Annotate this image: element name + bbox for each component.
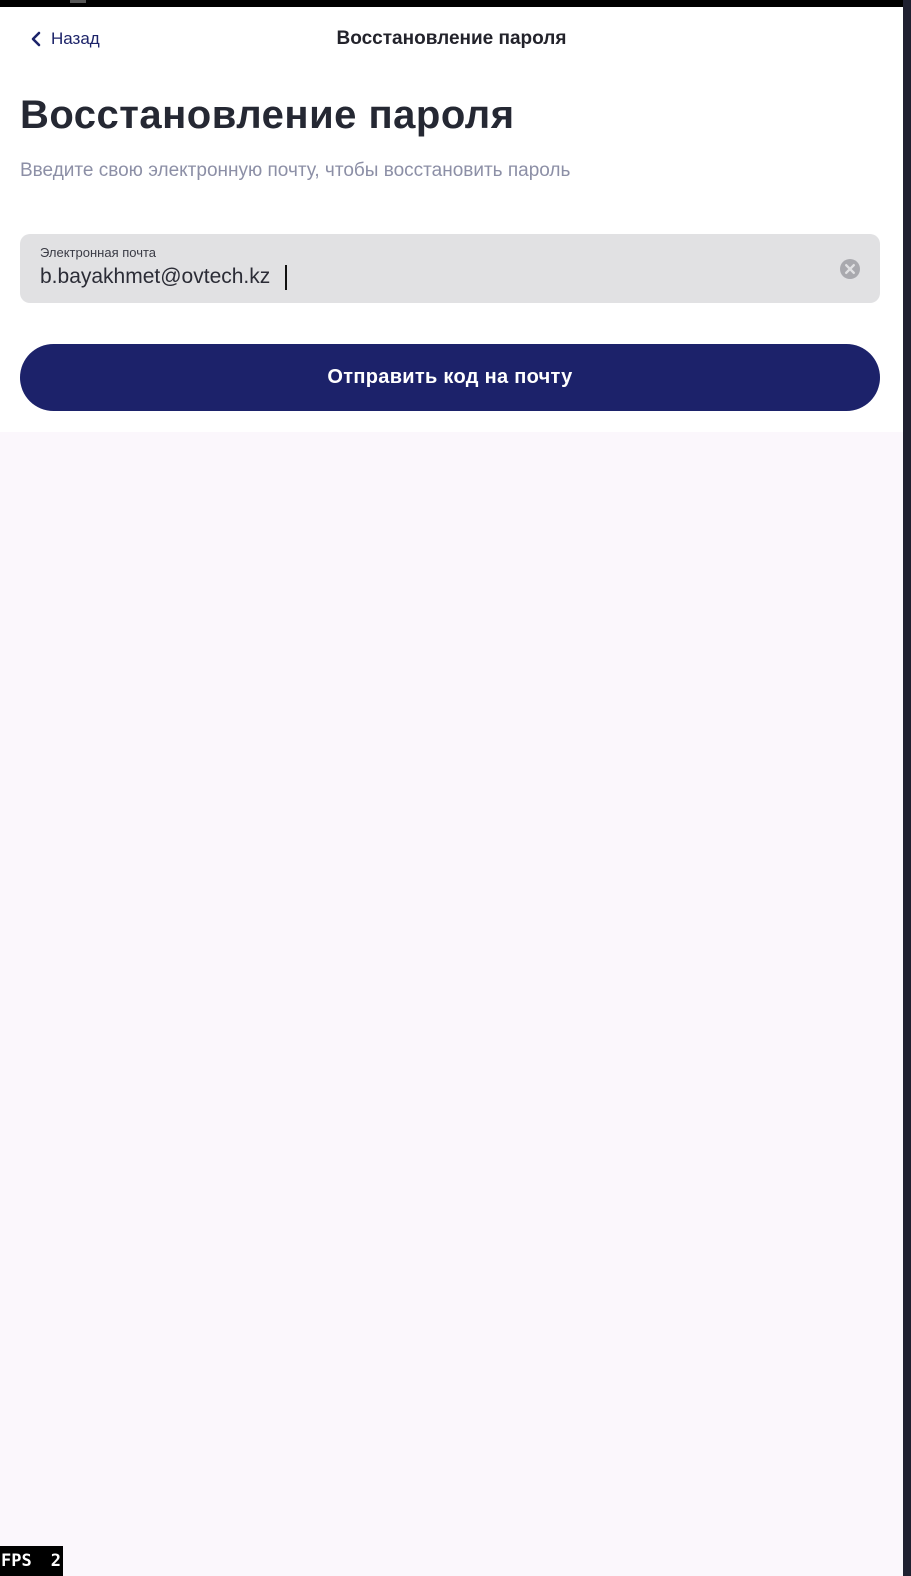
window-edge [903, 0, 911, 1576]
nav-title: Восстановление пароля [336, 28, 567, 49]
close-circle-icon[interactable] [839, 258, 861, 280]
navigation-bar: Назад Восстановление пароля [0, 23, 903, 55]
email-field-label: Электронная почта [40, 245, 157, 260]
page-subtitle: Введите свою электронную почту, чтобы во… [20, 160, 571, 181]
status-bar [0, 0, 911, 7]
fps-counter: FPS 2 [0, 1546, 63, 1576]
status-bar-mark [70, 0, 86, 3]
password-recovery-panel: Назад Восстановление пароля Восстановлен… [0, 7, 903, 432]
fps-label: FPS [1, 1551, 32, 1571]
send-code-button[interactable]: Отправить код на почту [20, 344, 880, 411]
page-title: Восстановление пароля [20, 93, 515, 137]
fps-value: 2 [50, 1551, 61, 1571]
email-input[interactable] [40, 262, 800, 292]
text-caret [285, 265, 287, 290]
email-field[interactable]: Электронная почта [20, 234, 880, 303]
